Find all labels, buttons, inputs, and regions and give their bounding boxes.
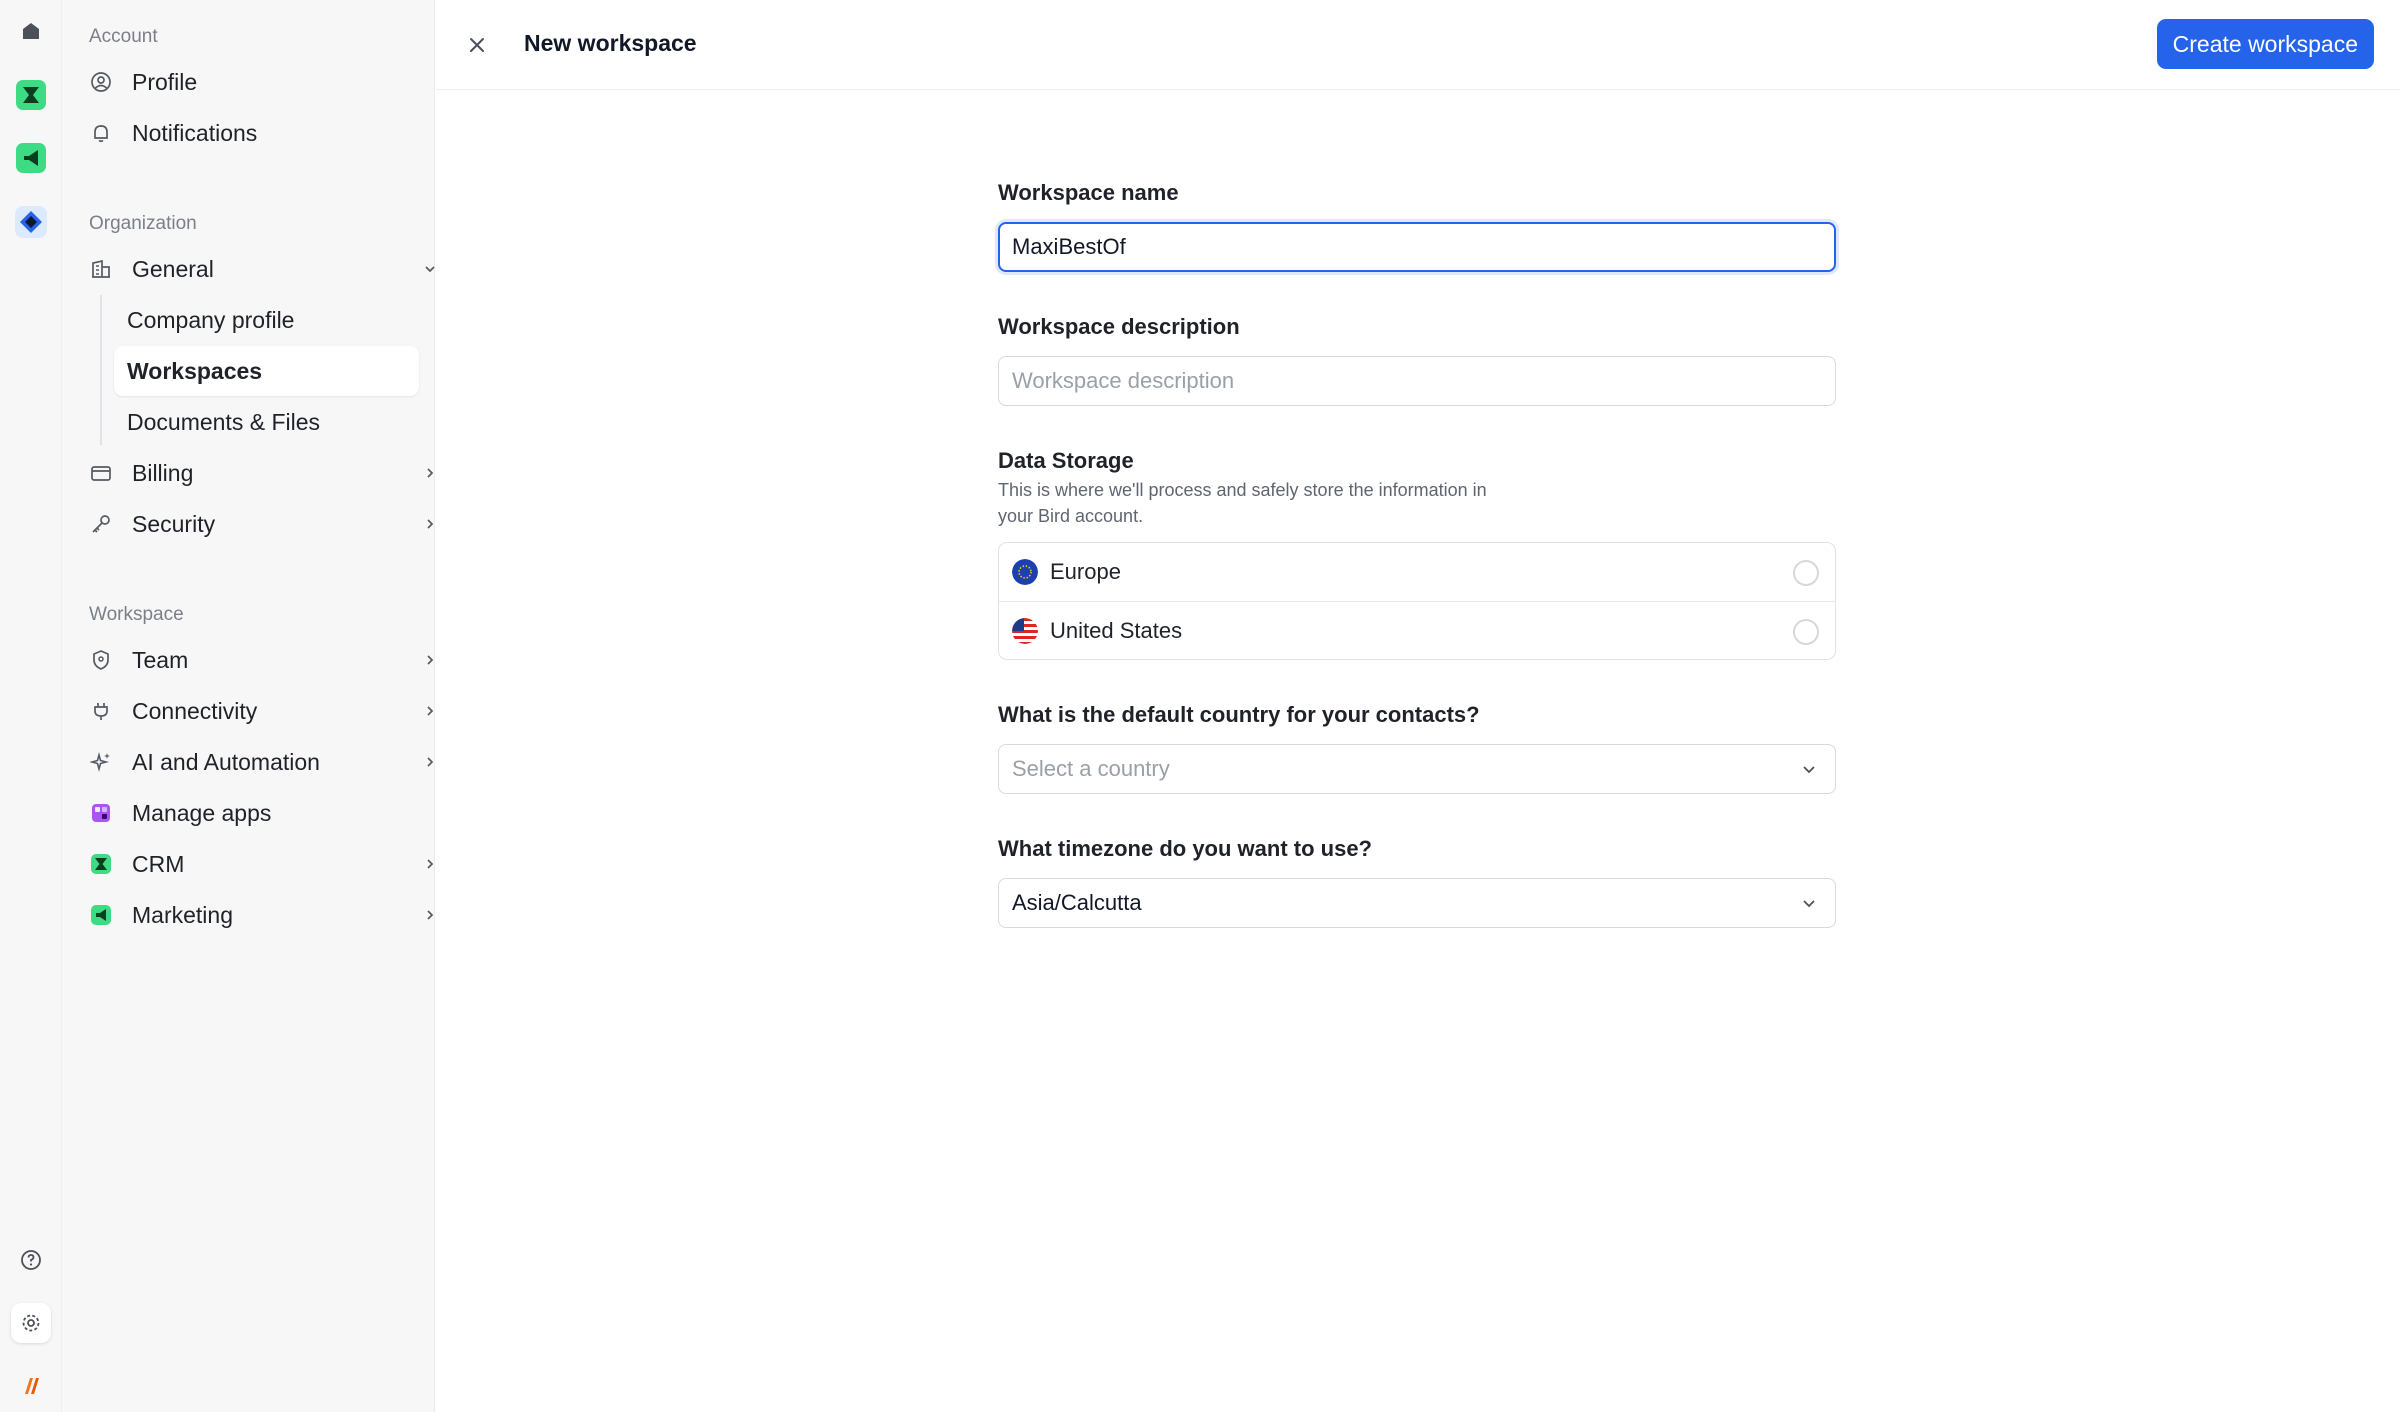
storage-option-united-states[interactable]: United States — [999, 601, 1835, 659]
data-storage-options: Europe United States — [998, 542, 1836, 660]
help-button[interactable] — [11, 1240, 51, 1280]
home-button[interactable] — [11, 11, 51, 51]
section-label-organization: Organization — [89, 213, 197, 234]
sidebar-item-label: Marketing — [132, 901, 233, 928]
united-states-radio[interactable] — [1793, 619, 1819, 645]
page-header: New workspace Create workspace — [436, 0, 2400, 90]
crm-app-icon — [16, 80, 46, 110]
bird-logo-icon — [25, 1378, 39, 1394]
storage-option-label: United States — [1050, 617, 1183, 643]
sidebar-item-notifications[interactable]: Notifications — [82, 109, 482, 157]
europe-radio[interactable] — [1793, 560, 1819, 586]
sidebar-item-ai-automation[interactable]: AI and Automation — [82, 738, 442, 786]
key-icon — [88, 511, 114, 537]
megaphone-icon — [88, 902, 114, 928]
workspace-name-label: Workspace name — [998, 180, 1179, 205]
sidebar-item-label: CRM — [132, 850, 185, 877]
close-icon — [470, 38, 484, 52]
page-title: New workspace — [524, 30, 697, 56]
sidebar-item-workspaces[interactable]: Workspaces — [114, 346, 419, 396]
home-icon — [23, 23, 39, 39]
marketing-app-button[interactable] — [11, 138, 51, 178]
settings-sidebar: Account Profile Notifications Organizati… — [62, 0, 435, 1412]
close-button[interactable] — [458, 26, 496, 64]
sidebar-item-marketing[interactable]: Marketing — [82, 891, 442, 939]
sidebar-item-security[interactable]: Security — [82, 500, 442, 548]
crm-icon — [88, 851, 114, 877]
sidebar-item-manage-apps[interactable]: Manage apps — [82, 789, 442, 837]
chevron-right-icon — [418, 750, 442, 774]
sidebar-item-team[interactable]: Team — [82, 636, 442, 684]
storage-option-label: Europe — [1050, 559, 1121, 584]
sidebar-item-label: AI and Automation — [132, 748, 320, 775]
chevron-right-icon — [418, 512, 442, 536]
sidebar-item-label: Security — [132, 510, 216, 537]
default-country-label: What is the default country for your con… — [998, 702, 1480, 727]
credit-card-icon — [88, 460, 114, 486]
sidebar-item-connectivity[interactable]: Connectivity — [82, 687, 442, 735]
sidebar-item-profile[interactable]: Profile — [82, 58, 482, 106]
crm-app-button[interactable] — [11, 75, 51, 115]
building-icon — [88, 256, 114, 282]
sidebar-item-billing[interactable]: Billing — [82, 449, 442, 497]
sidebar-item-label: Billing — [132, 459, 194, 486]
sidebar-item-label: Notifications — [132, 119, 258, 146]
bird-app-button[interactable] — [11, 202, 51, 242]
chevron-right-icon — [418, 461, 442, 485]
eu-flag-icon — [1012, 559, 1038, 585]
marketing-app-icon — [16, 143, 46, 173]
section-label-account: Account — [89, 26, 158, 47]
sparkle-icon — [88, 749, 114, 775]
storage-option-europe[interactable]: Europe — [999, 543, 1835, 601]
timezone-value: Asia/Calcutta — [1012, 890, 1142, 915]
default-country-select[interactable]: Select a country — [998, 744, 1836, 794]
timezone-label: What timezone do you want to use? — [998, 836, 1372, 861]
shield-icon — [88, 647, 114, 673]
plug-icon — [88, 698, 114, 724]
workspace-name-input[interactable] — [998, 222, 1836, 272]
chevron-down-icon — [1797, 757, 1821, 781]
chevron-right-icon — [418, 852, 442, 876]
app-rail — [0, 0, 62, 1412]
sidebar-item-label: General — [132, 255, 214, 282]
data-storage-help: This is where we'll process and safely s… — [998, 480, 1487, 526]
sidebar-item-general[interactable]: General — [82, 245, 442, 293]
sidebar-item-label: Manage apps — [132, 799, 272, 826]
gear-icon — [22, 1314, 40, 1332]
sidebar-item-crm[interactable]: CRM — [82, 840, 442, 888]
settings-button[interactable] — [11, 1303, 51, 1343]
workspace-description-label: Workspace description — [998, 314, 1240, 339]
apps-grid-icon — [88, 800, 114, 826]
chevron-down-icon — [1797, 891, 1821, 915]
chevron-right-icon — [418, 903, 442, 927]
sidebar-item-label: Team — [132, 646, 189, 673]
chevron-down-icon — [418, 257, 442, 281]
submenu-guide-line — [100, 295, 102, 445]
brand-logo — [11, 1366, 51, 1406]
bell-icon — [88, 120, 114, 146]
section-label-workspace: Workspace — [89, 604, 184, 625]
data-storage-label: Data Storage — [998, 448, 1134, 473]
bird-app-icon — [15, 206, 47, 238]
workspace-description-input[interactable] — [998, 356, 1836, 406]
sidebar-item-label: Profile — [132, 68, 198, 95]
default-country-placeholder: Select a country — [1012, 756, 1170, 781]
chevron-right-icon — [418, 699, 442, 723]
sidebar-item-company-profile[interactable]: Company profile — [114, 295, 419, 345]
user-circle-icon — [88, 69, 114, 95]
us-flag-icon — [1012, 617, 1038, 644]
timezone-select[interactable]: Asia/Calcutta — [998, 878, 1836, 928]
create-workspace-button[interactable]: Create workspace — [2156, 19, 2374, 69]
sidebar-item-label: Connectivity — [132, 697, 258, 724]
help-icon — [21, 1250, 41, 1270]
chevron-right-icon — [418, 648, 442, 672]
sidebar-item-documents-files[interactable]: Documents & Files — [114, 397, 419, 447]
